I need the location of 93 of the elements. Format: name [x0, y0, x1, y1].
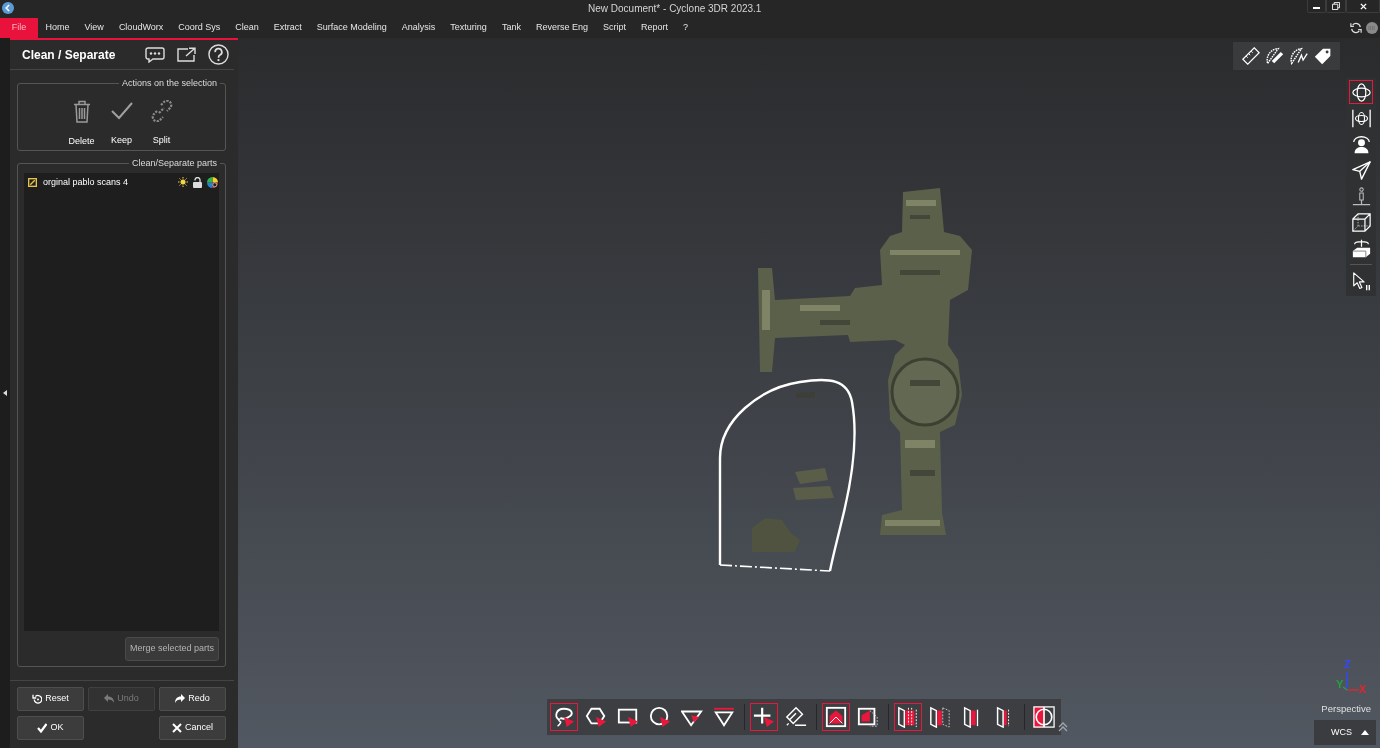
ruler-icon[interactable] [1241, 47, 1260, 65]
box-rotate-icon [1351, 238, 1371, 258]
lasso-tool-button[interactable] [550, 703, 578, 731]
inside-region-button[interactable] [822, 703, 850, 731]
edit-square-icon [28, 177, 37, 187]
bounded-orbit-icon [1351, 108, 1371, 128]
menu-item[interactable]: ? [675, 18, 696, 38]
collapse-panel-button[interactable] [2, 388, 8, 398]
orbit-icon [1351, 82, 1371, 102]
menu-item[interactable]: Script [595, 18, 634, 38]
trash-icon [72, 100, 91, 123]
export-icon[interactable] [177, 47, 196, 62]
panel-title: Clean / Separate [22, 46, 116, 64]
minimize-icon [1313, 7, 1320, 9]
caret-left-icon [3, 390, 7, 396]
cube-icon [1351, 212, 1371, 232]
checkmark-icon [110, 102, 133, 120]
partial-region-icon [857, 706, 879, 728]
menu-item[interactable]: CloudWorx [111, 18, 171, 38]
circle-icon [649, 706, 671, 728]
protractor-zigzag-icon[interactable] [1289, 47, 1308, 65]
split-circle-icon [1033, 706, 1055, 728]
person-standing-icon [1351, 186, 1371, 206]
axis-triad-icon [1342, 671, 1360, 691]
menu-item[interactable]: Report [633, 18, 676, 38]
coordinate-system-dropdown[interactable]: WCS [1314, 720, 1376, 745]
close-icon [1359, 2, 1367, 10]
plus-icon [753, 706, 775, 728]
paper-plane-button[interactable] [1349, 158, 1373, 182]
menu-item[interactable]: Extract [266, 18, 310, 38]
menu-item[interactable]: Texturing [442, 18, 495, 38]
axis-label: Z [1344, 658, 1351, 670]
reset-button[interactable]: Reset [17, 687, 84, 711]
hexagon-icon [585, 706, 607, 728]
group-legend: Clean/Separate parts [128, 157, 220, 169]
minimize-button[interactable] [1307, 0, 1326, 13]
menu-item[interactable]: Surface Modeling [309, 18, 395, 38]
double-chevron-up-icon[interactable] [1058, 722, 1068, 732]
triangle-line-icon [713, 706, 735, 728]
ok-button[interactable]: OK [17, 716, 84, 740]
menu-item[interactable]: Analysis [394, 18, 443, 38]
split-button[interactable]: Split [141, 100, 182, 147]
color-wheel-icon[interactable] [207, 176, 218, 188]
menu-item[interactable]: Coord Sys [170, 18, 228, 38]
cancel-button[interactable]: Cancel [159, 716, 226, 740]
split-view-button[interactable] [1030, 703, 1058, 731]
padlock-icon[interactable] [193, 176, 202, 188]
double-slab-button[interactable] [894, 703, 922, 731]
restore-button[interactable] [1326, 0, 1346, 13]
broken-link-icon [150, 100, 173, 122]
wireframe-box-button[interactable] [1349, 210, 1373, 234]
person-orbit-icon [1351, 134, 1371, 154]
double-slab-icon [897, 706, 919, 728]
menu-item[interactable]: Home [38, 18, 77, 38]
window-title: New Document* - Cyclone 3DR 2023.1 [588, 3, 762, 15]
dotted-disc-icon[interactable] [1366, 22, 1378, 34]
close-button[interactable] [1346, 0, 1380, 13]
tag-icon[interactable] [1313, 47, 1332, 65]
projection-label: Perspective [1321, 703, 1371, 715]
forward-slab-icon [929, 706, 951, 728]
protractor-pencil-icon[interactable] [1265, 47, 1284, 65]
delete-button[interactable]: Delete [61, 100, 102, 147]
menu-item[interactable]: View [77, 18, 112, 38]
chat-icon[interactable] [145, 46, 165, 63]
axis-label: X [1359, 683, 1367, 695]
add-mode-button[interactable] [750, 703, 778, 731]
rectangle-icon [617, 706, 639, 728]
app-logo-icon[interactable] [2, 2, 14, 14]
cursor-pause-icon [1351, 271, 1371, 291]
square-region-icon [825, 706, 847, 728]
refresh-icon[interactable] [1350, 22, 1362, 34]
keep-button[interactable]: Keep [101, 100, 142, 147]
reset-icon [32, 694, 43, 704]
checkmark-icon [37, 723, 48, 733]
axis-label: Y [1336, 678, 1344, 690]
restore-icon [1332, 2, 1340, 10]
caret-up-icon [1361, 730, 1369, 735]
help-icon[interactable] [208, 44, 229, 65]
sun-icon[interactable] [178, 177, 188, 187]
lasso-icon [553, 706, 575, 728]
orbit-button[interactable] [1349, 80, 1373, 104]
merge-parts-button[interactable]: Merge selected parts [125, 637, 219, 661]
close-icon [172, 723, 182, 733]
menu-item[interactable]: Clean [227, 18, 267, 38]
eraser-icon [785, 706, 807, 728]
part-name[interactable]: orginal pablo scans 4 [43, 176, 129, 188]
paper-plane-icon [1351, 160, 1371, 180]
redo-arrow-icon [175, 694, 186, 704]
menu-item[interactable]: Reverse Eng [528, 18, 596, 38]
group-legend: Actions on the selection [118, 77, 220, 89]
undo-arrow-icon [104, 694, 115, 704]
redo-button[interactable]: Redo [159, 687, 226, 711]
menu-item[interactable]: Tank [494, 18, 529, 38]
